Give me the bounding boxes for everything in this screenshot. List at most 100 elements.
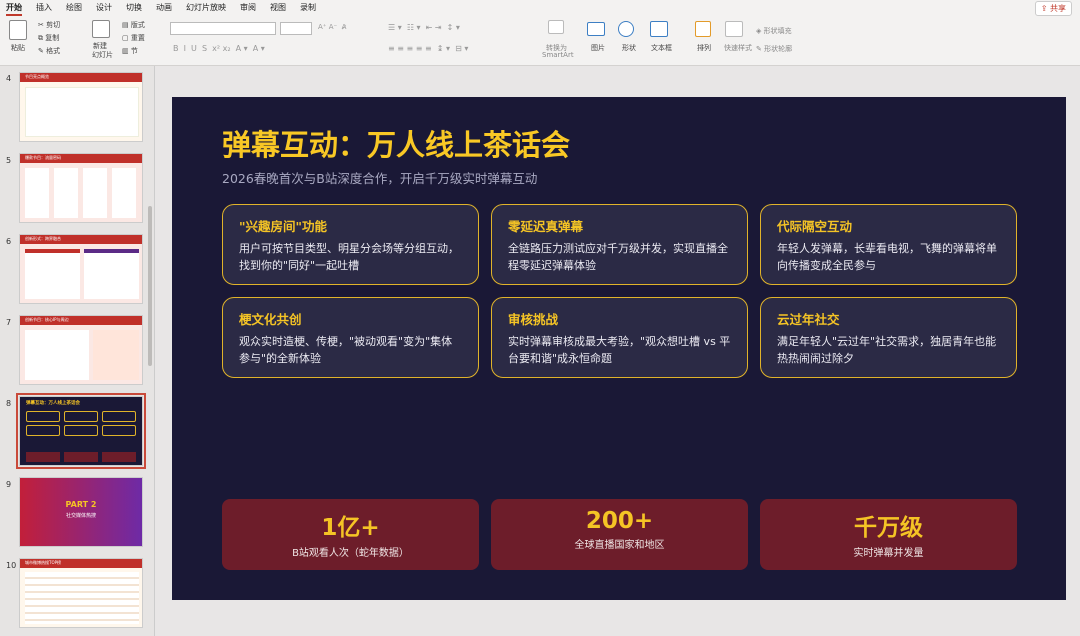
thumbnail-title: 爆款节目：流量密码	[25, 155, 61, 160]
format-painter-button[interactable]: ✎ 格式	[38, 46, 60, 56]
outline-icon: ✎	[756, 45, 762, 53]
feature-card: "兴趣房间"功能 用户可按节目类型、明星分会场等分组互动，找到你的"同好"一起吐…	[222, 204, 479, 285]
card-desc: 实时弹幕审核成最大考验，"观众想吐槽 vs 平台要和谐"成永恒命题	[508, 335, 731, 365]
tab-slideshow[interactable]: 幻灯片放映	[186, 2, 226, 13]
tab-animations[interactable]: 动画	[156, 2, 172, 13]
slide-subtitle: 2026春晚首次与B站深度合作，开启千万级实时弹幕互动	[222, 171, 538, 186]
slide-thumbnail-panel: 4 节目亮点概览 5 爆款节目：流量密码 6 创新形式：跨界融合 7 创新节目：…	[0, 66, 155, 636]
thumbnail-card	[102, 425, 136, 436]
paste-icon[interactable]	[9, 20, 27, 40]
card-title: 梗文化共创	[239, 312, 302, 327]
slide-title: 弹幕互动：万人线上茶话会	[222, 128, 571, 162]
quick-style-label[interactable]: 快速样式	[724, 43, 752, 53]
slide-thumbnail[interactable]: 爆款节目：流量密码	[19, 153, 143, 223]
feature-card: 零延迟真弹幕 全链路压力测试应对千万级并发，实现直播全程零延迟弹幕体验	[491, 204, 748, 285]
thumbnail-scrollbar[interactable]	[148, 206, 152, 366]
card-title: 零延迟真弹幕	[508, 219, 584, 234]
thumbnail-panel	[25, 330, 89, 380]
thumbnail-title: PART 2	[65, 500, 97, 509]
shape-outline-button[interactable]: ✎ 形状轮廓	[756, 44, 792, 54]
slide-number: 8	[6, 399, 12, 408]
stat-label: 实时弹幕并发量	[853, 548, 924, 559]
share-button[interactable]: ⇪ 共享	[1034, 1, 1072, 16]
copy-button[interactable]: ⧉ 复制	[38, 33, 59, 43]
card-title: 云过年社交	[777, 312, 840, 327]
tab-view[interactable]: 视图	[270, 2, 286, 13]
slide[interactable]: 弹幕互动：万人线上茶话会 2026春晚首次与B站深度合作，开启千万级实时弹幕互动…	[172, 97, 1066, 600]
slide-number: 7	[6, 318, 12, 327]
thumbnail-title: 创新节目：核心IP与周边	[25, 317, 69, 322]
new-slide-label-2[interactable]: 幻灯片	[92, 50, 113, 60]
picture-label[interactable]: 图片	[591, 43, 605, 53]
font-size-select[interactable]	[280, 22, 312, 35]
feature-card: 云过年社交 满足年轻人"云过年"社交需求，独居青年也能热热闹闹过除夕	[760, 297, 1017, 378]
stat-value: 千万级	[854, 515, 923, 541]
slide-thumbnail[interactable]: PART 2 社交媒体热搜	[19, 477, 143, 547]
tab-record[interactable]: 录制	[300, 2, 316, 13]
list-controls[interactable]: ☰ ▾ ☷ ▾ ⇤ ⇥ ↕ ▾	[388, 23, 460, 32]
textbox-label[interactable]: 文本框	[651, 43, 672, 53]
layout-button[interactable]: ▤ 版式	[122, 20, 145, 30]
reset-button[interactable]: ▢ 重置	[122, 33, 145, 43]
slide-thumbnail-selected[interactable]: 弹幕互动：万人线上茶话会	[16, 393, 146, 469]
tab-insert[interactable]: 插入	[36, 2, 52, 13]
reset-label: 重置	[130, 34, 145, 42]
quick-style-icon[interactable]	[725, 21, 743, 37]
picture-icon[interactable]	[587, 22, 605, 36]
feature-card: 代际隔空互动 年轻人发弹幕，长辈看电视，飞舞的弹幕将单向传播变成全民参与	[760, 204, 1017, 285]
layout-label: 版式	[130, 21, 145, 29]
card-desc: 年轻人发弹幕，长辈看电视，飞舞的弹幕将单向传播变成全民参与	[777, 242, 997, 272]
section-button[interactable]: ▥ 节	[122, 46, 138, 56]
feature-card: 审核挑战 实时弹幕审核成最大考验，"观众想吐槽 vs 平台要和谐"成永恒命题	[491, 297, 748, 378]
tab-home[interactable]: 开始	[6, 2, 22, 16]
slide-thumbnail[interactable]: 创新节目：核心IP与周边	[19, 315, 143, 385]
slide-number: 9	[6, 480, 12, 489]
paste-label[interactable]: 粘贴	[11, 43, 25, 53]
thumbnail-list	[25, 572, 139, 624]
tab-design[interactable]: 设计	[96, 2, 112, 13]
card-title: 代际隔空互动	[777, 219, 853, 234]
slide-number: 6	[6, 237, 12, 246]
font-family-select[interactable]	[170, 22, 276, 35]
card-desc: 用户可按节目类型、明星分会场等分组互动，找到你的"同好"一起吐槽	[239, 242, 459, 272]
slide-thumbnail[interactable]: 城市微博热搜TOP榜	[19, 558, 143, 628]
align-controls[interactable]: ≡ ≡ ≡ ≡ ≡ ↨ ▾ ⊟ ▾	[388, 44, 468, 53]
stat-value: 1亿+	[321, 515, 380, 541]
slide-thumbnail[interactable]: 节目亮点概览	[19, 72, 143, 142]
copy-icon: ⧉	[38, 34, 43, 42]
thumbnail-card	[64, 411, 98, 422]
slide-number: 10	[6, 561, 17, 570]
thumbnail-card	[112, 168, 136, 218]
textbox-icon[interactable]	[650, 21, 668, 37]
brush-icon: ✎	[38, 47, 44, 55]
thumbnail-stat	[64, 452, 98, 462]
thumbnail-panel	[93, 330, 139, 380]
shape-icon[interactable]	[618, 21, 634, 37]
thumbnail-stat	[102, 452, 136, 462]
font-size-controls[interactable]: A⁺ A⁻ A̷	[318, 23, 346, 31]
thumbnail-title: 创新形式：跨界融合	[25, 236, 61, 241]
tab-transitions[interactable]: 切换	[126, 2, 142, 13]
arrange-icon[interactable]	[695, 21, 711, 37]
fill-icon: ◈	[756, 27, 762, 35]
smartart-icon[interactable]	[548, 20, 564, 34]
thumbnail-title: 城市微博热搜TOP榜	[25, 560, 62, 565]
shape-label[interactable]: 形状	[622, 43, 636, 53]
shape-fill-button[interactable]: ◈ 形状填充	[756, 26, 792, 36]
stat-value: 200+	[585, 508, 654, 534]
scissors-icon: ✂	[38, 21, 44, 29]
slide-number: 5	[6, 156, 12, 165]
new-slide-icon[interactable]	[92, 20, 110, 38]
thumbnail-table	[25, 87, 139, 137]
text-format-controls[interactable]: B I U S x² x₂ A ▾ A ▾	[173, 44, 265, 53]
tab-review[interactable]: 审阅	[240, 2, 256, 13]
slide-thumbnail[interactable]: 创新形式：跨界融合	[19, 234, 143, 304]
smartart-label-2[interactable]: SmartArt	[542, 51, 574, 59]
feature-card: 梗文化共创 观众实时造梗、传梗，"被动观看"变为"集体参与"的全新体验	[222, 297, 479, 378]
tab-draw[interactable]: 绘图	[66, 2, 82, 13]
copy-label: 复制	[45, 34, 60, 42]
arrange-label[interactable]: 排列	[697, 43, 711, 53]
thumbnail-panel	[25, 249, 80, 299]
ribbon: 开始 插入 绘图 设计 切换 动画 幻灯片放映 审阅 视图 录制 ⇪ 共享 粘贴…	[0, 0, 1080, 66]
cut-button[interactable]: ✂ 剪切	[38, 20, 60, 30]
